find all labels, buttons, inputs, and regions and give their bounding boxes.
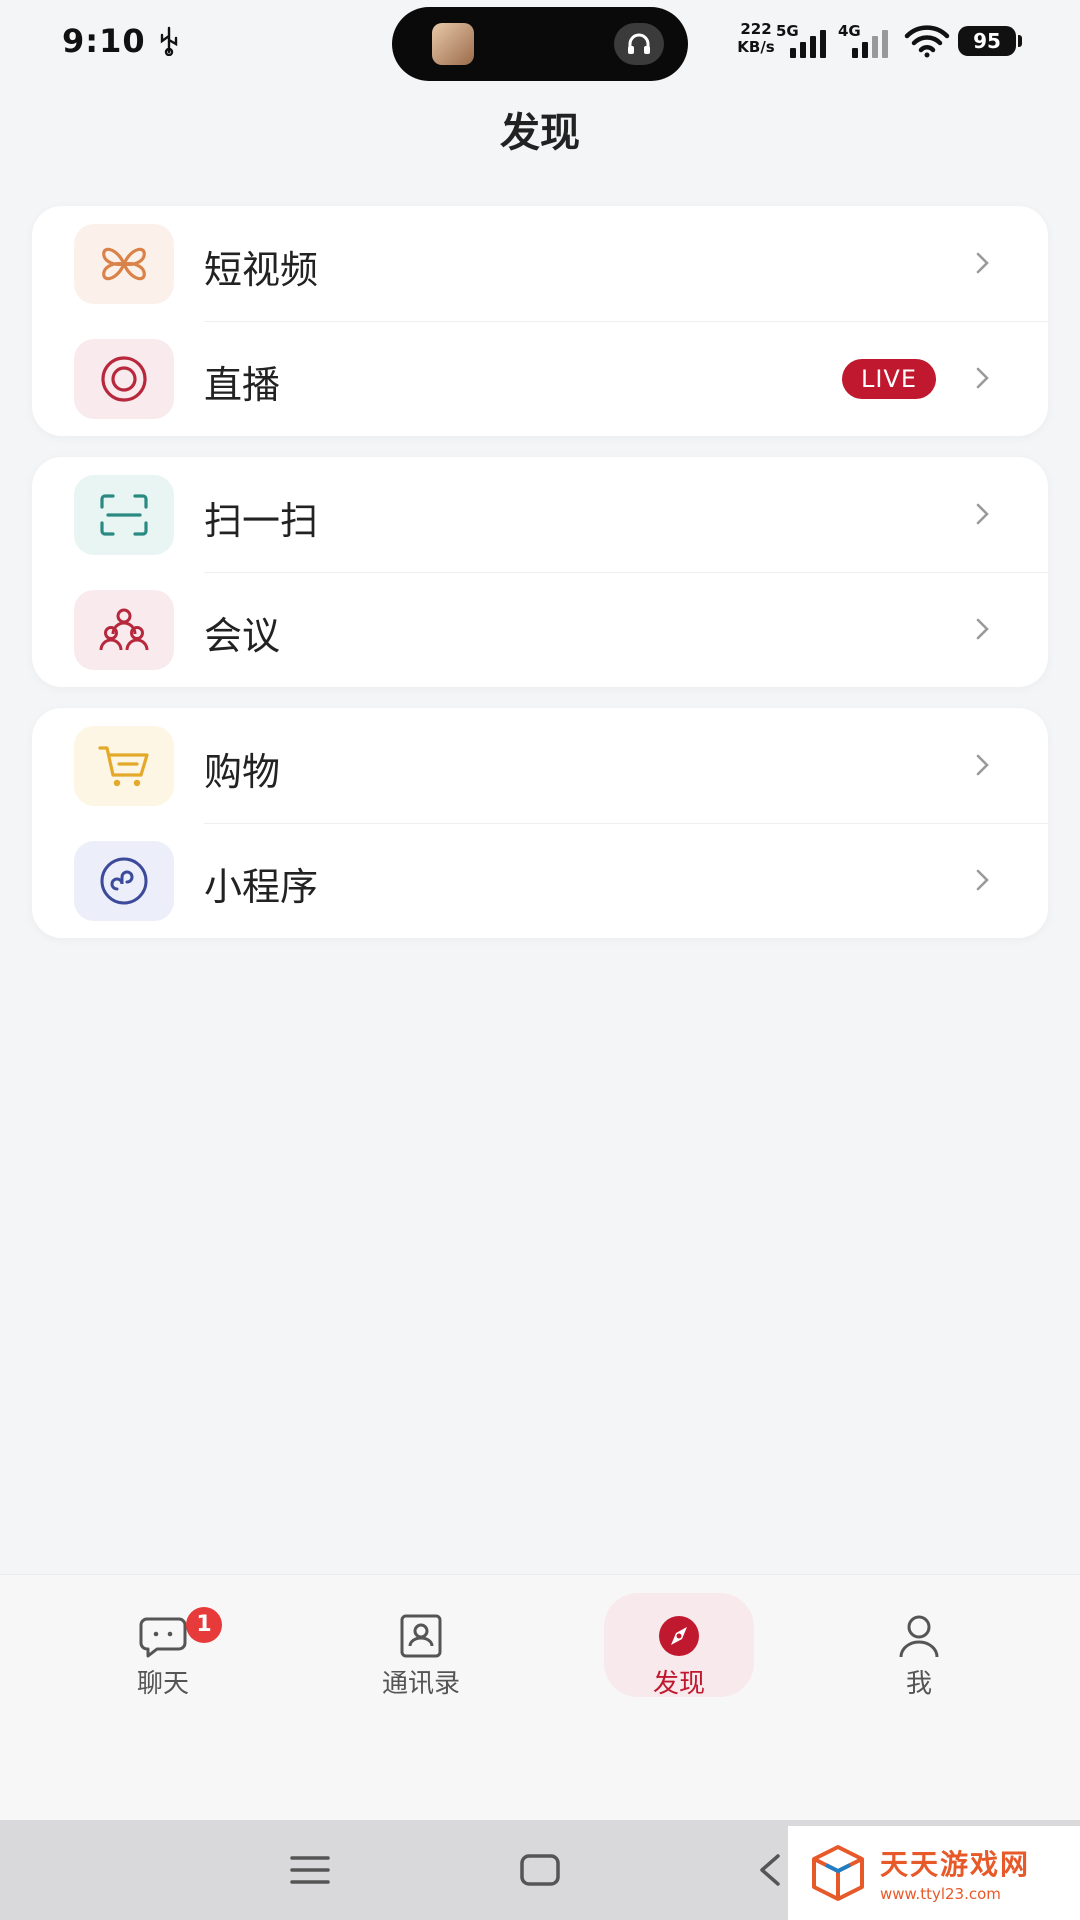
cart-icon (74, 726, 174, 806)
butterfly-icon (74, 224, 174, 304)
discover-group-tools: 扫一扫 会议 (32, 457, 1048, 687)
menu-item-label: 扫一扫 (204, 499, 319, 543)
tab-discover[interactable]: 发现 (604, 1593, 754, 1699)
watermark-title: 天天游戏网 (880, 1848, 1031, 1881)
scan-icon (74, 475, 174, 555)
watermark-logo-icon (812, 1845, 864, 1901)
home-icon[interactable] (518, 1850, 562, 1890)
dynamic-island[interactable] (392, 7, 688, 81)
mini-program-icon (74, 841, 174, 921)
media-thumbnail (432, 23, 474, 65)
tab-me[interactable]: 我 (844, 1593, 994, 1699)
discover-group-services: 购物 小程序 (32, 708, 1048, 938)
tab-label: 发现 (652, 1669, 705, 1699)
discover-group-media: 短视频 直播 LIVE (32, 206, 1048, 436)
tab-label: 聊天 (136, 1669, 189, 1699)
chevron-right-icon (976, 503, 989, 525)
bottom-tab-bar: 1 聊天 通讯录 发现 我 (0, 1574, 1080, 1820)
network-speed: 222 KB/s (737, 20, 775, 56)
usb-icon (160, 26, 178, 56)
chevron-right-icon (976, 367, 989, 389)
menu-item-short-video[interactable]: 短视频 (32, 206, 1048, 321)
menu-item-label: 小程序 (204, 865, 319, 909)
tab-label: 通讯录 (381, 1669, 460, 1699)
wifi-icon (904, 25, 950, 58)
menu-item-label: 短视频 (204, 248, 319, 292)
live-badge: LIVE (842, 359, 936, 399)
chat-icon (139, 1617, 187, 1658)
battery-indicator: 95 (958, 26, 1022, 56)
page-title: 发现 (500, 110, 580, 156)
status-time: 9:10 (62, 22, 146, 60)
meeting-icon (74, 590, 174, 670)
unread-badge: 1 (186, 1607, 222, 1643)
menu-item-shopping[interactable]: 购物 (32, 708, 1048, 823)
tab-chat[interactable]: 1 聊天 (88, 1593, 238, 1699)
live-circle-icon (74, 339, 174, 419)
menu-item-scan[interactable]: 扫一扫 (32, 457, 1048, 572)
contacts-icon (400, 1614, 442, 1658)
headset-icon (614, 23, 664, 65)
signal-5g-icon: 5G (776, 22, 832, 58)
person-icon (899, 1615, 939, 1658)
menu-item-label: 会议 (204, 614, 281, 658)
chevron-right-icon (976, 869, 989, 891)
tab-label: 我 (905, 1669, 932, 1699)
chevron-right-icon (976, 252, 989, 274)
status-bar: 9:10 222 KB/s 5G 4G 95 (0, 0, 1080, 84)
watermark-url: www.ttyl23.com (880, 1885, 1001, 1903)
compass-icon (659, 1616, 699, 1656)
signal-4g-icon: 4G (838, 22, 894, 58)
menu-icon[interactable] (288, 1850, 332, 1890)
menu-item-mini-program[interactable]: 小程序 (32, 823, 1048, 938)
menu-item-live[interactable]: 直播 LIVE (32, 321, 1048, 436)
chevron-right-icon (976, 754, 989, 776)
menu-item-meeting[interactable]: 会议 (32, 572, 1048, 687)
watermark: 天天游戏网 www.ttyl23.com (788, 1826, 1080, 1920)
chevron-right-icon (976, 618, 989, 640)
menu-item-label: 直播 (204, 363, 281, 407)
tab-contacts[interactable]: 通讯录 (346, 1593, 496, 1699)
menu-item-label: 购物 (204, 750, 281, 794)
